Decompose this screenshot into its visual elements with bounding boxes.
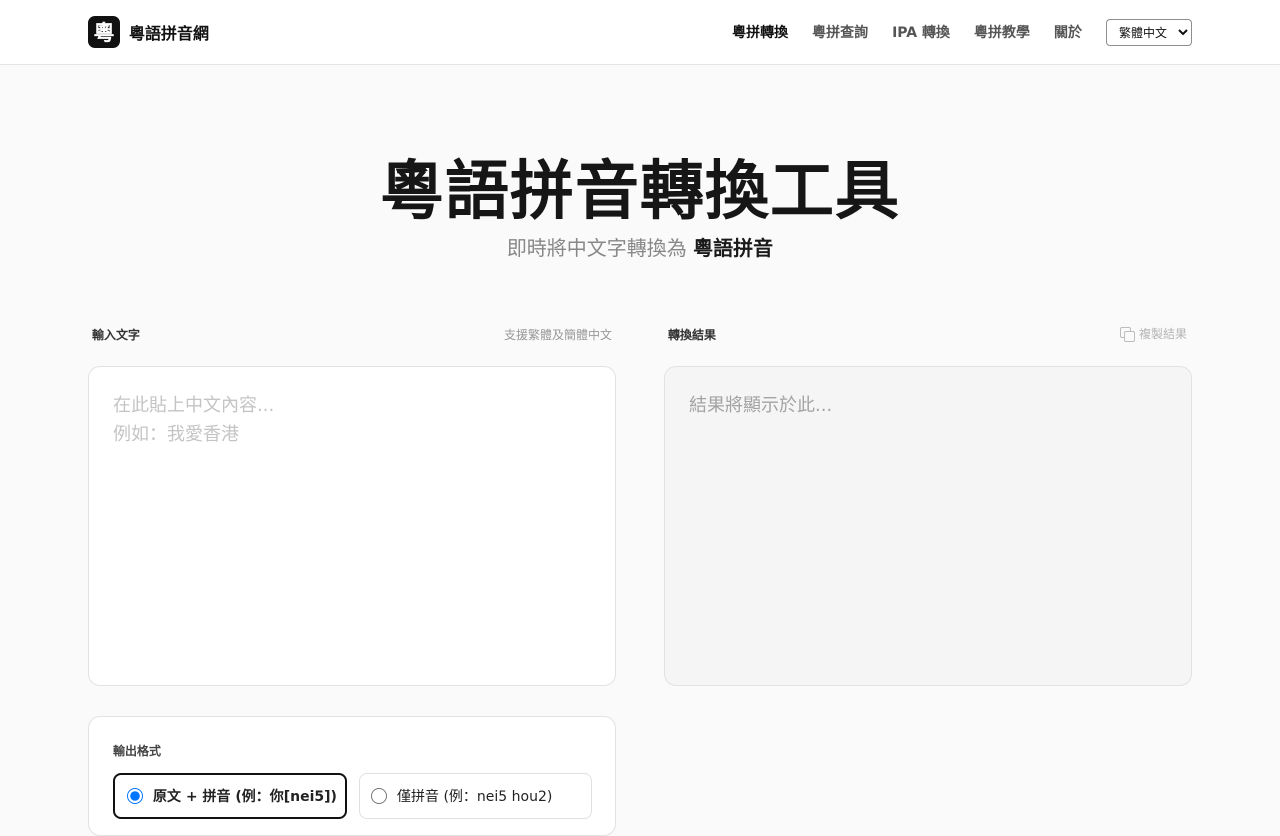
site-name: 粵語拼音網	[129, 24, 210, 43]
input-label: 輸入文字	[92, 328, 141, 342]
result-placeholder: 結果將顯示於此...	[689, 395, 833, 416]
format-radio-jyutping-only[interactable]	[371, 788, 387, 804]
language-select[interactable]: 繁體中文	[1106, 19, 1192, 46]
output-format-title: 輸出格式	[113, 744, 162, 758]
top-header: 粵 粵語拼音網 粵拼轉換 粵拼查詢 IPA 轉換 粵拼教學 關於 繁體中文	[0, 0, 1280, 65]
format-option-text-with-jyutping[interactable]: 原文 + 拼音 (例：你[nei5])	[113, 773, 347, 819]
format-option-label: 僅拼音 (例：nei5 hou2)	[397, 789, 553, 805]
page-subtitle: 即時將中文字轉換為 粵語拼音	[0, 232, 1280, 261]
chinese-text-input[interactable]	[88, 366, 616, 686]
subtitle-prefix: 即時將中文字轉換為	[506, 236, 687, 260]
format-radio-text-with-jyutping[interactable]	[127, 788, 143, 804]
nav-item-jyutping-tutorial[interactable]: 粵拼教學	[974, 22, 1030, 42]
format-option-label: 原文 + 拼音 (例：你[nei5])	[153, 789, 337, 805]
nav-item-jyutping-lookup[interactable]: 粵拼查詢	[812, 22, 868, 42]
output-format-card: 輸出格式 原文 + 拼音 (例：你[nei5]) 僅拼音 (例：nei5 hou…	[88, 716, 616, 836]
subtitle-emphasis: 粵語拼音	[693, 236, 774, 260]
format-option-jyutping-only[interactable]: 僅拼音 (例：nei5 hou2)	[359, 773, 592, 819]
page-title: 粵語拼音轉換工具	[380, 154, 900, 229]
output-label: 轉換結果	[668, 328, 717, 342]
copy-result-label: 複製結果	[1139, 327, 1188, 341]
nav-item-about[interactable]: 關於	[1054, 22, 1082, 42]
logo-icon: 粵	[88, 16, 120, 48]
result-output: 結果將顯示於此...	[664, 366, 1192, 686]
copy-result-button[interactable]: 複製結果	[1120, 325, 1187, 342]
nav-item-jyutping-convert[interactable]: 粵拼轉換	[732, 22, 788, 42]
input-hint: 支援繁體及簡體中文	[503, 328, 612, 342]
site-logo[interactable]: 粵 粵語拼音網	[88, 16, 209, 48]
nav-item-ipa-convert[interactable]: IPA 轉換	[892, 22, 950, 42]
main-nav: 粵拼轉換 粵拼查詢 IPA 轉換 粵拼教學 關於	[732, 0, 1082, 64]
copy-icon	[1120, 327, 1135, 342]
